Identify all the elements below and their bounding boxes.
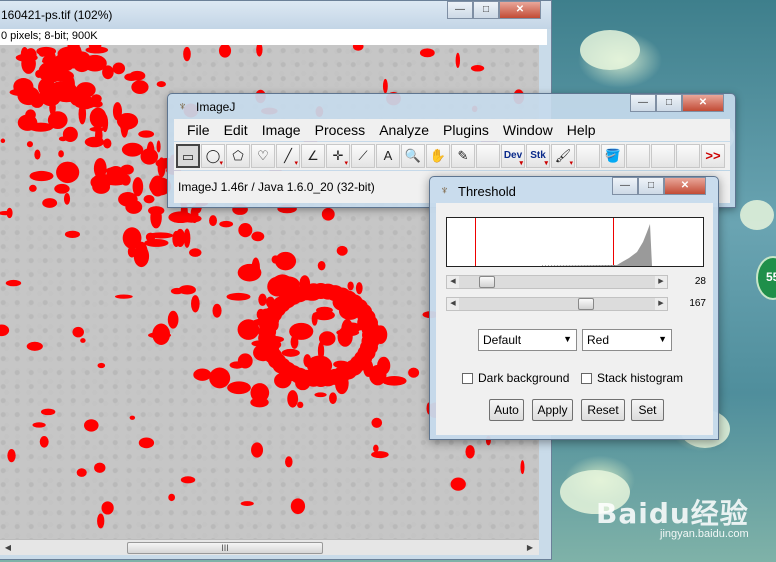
min-threshold-slider[interactable]: ◀ ▶ <box>446 275 668 289</box>
min-threshold-value: 28 <box>694 276 706 287</box>
image-info-bar: 0 pixels; 8-bit; 900K <box>0 29 547 45</box>
menu-help[interactable]: Help <box>560 122 603 138</box>
brush-tool-icon[interactable]: 🖌 ▾ <box>551 144 575 168</box>
blank-slot[interactable] <box>676 144 700 168</box>
dropdown-indicator: ▾ <box>344 160 348 167</box>
menu-window[interactable]: Window <box>496 122 560 138</box>
maximize-button[interactable]: □ <box>473 1 499 19</box>
blank-slot[interactable] <box>626 144 650 168</box>
chevron-down-icon: ▼ <box>658 334 667 344</box>
more-tools-icon[interactable]: >> <box>701 144 725 168</box>
stk-menu-icon[interactable]: Stk ▾ <box>526 144 550 168</box>
blank-slot[interactable] <box>576 144 600 168</box>
checkbox-box[interactable] <box>581 372 592 384</box>
scroll-left-arrow[interactable]: ◀ <box>1 542 15 554</box>
menu-analyze[interactable]: Analyze <box>372 122 436 138</box>
watermark-url: jingyan.baidu.com <box>660 528 749 540</box>
wand-tool-icon[interactable]: ⟋ <box>351 144 375 168</box>
maximize-button[interactable]: □ <box>638 177 664 195</box>
reset-button[interactable]: Reset <box>581 399 625 421</box>
display-select[interactable]: Red ▼ <box>582 329 672 351</box>
horizontal-scrollbar[interactable]: ◀ III ▶ <box>0 539 539 555</box>
blank-slot[interactable] <box>651 144 675 168</box>
image-window-titlebar[interactable]: 160421-ps.tif (102%) — □ ✕ <box>0 1 551 29</box>
microscope-icon: ♆ <box>178 99 187 113</box>
menu-process[interactable]: Process <box>308 122 373 138</box>
checkbox-box[interactable] <box>462 372 473 384</box>
blank-slot[interactable] <box>476 144 500 168</box>
method-select[interactable]: Default ▼ <box>478 329 577 351</box>
menu-image[interactable]: Image <box>255 122 308 138</box>
chevron-down-icon: ▼ <box>563 334 572 344</box>
freehand-select-icon[interactable]: ♡ <box>251 144 275 168</box>
imagej-title: ImageJ <box>196 100 236 114</box>
watermark-logo: Baidu经验 <box>596 497 749 530</box>
threshold-title: Threshold <box>458 184 516 199</box>
histogram-bars <box>542 224 652 266</box>
flower-decoration <box>580 30 640 70</box>
dev-menu-icon[interactable]: Dev ▾ <box>501 144 525 168</box>
slider-right-arrow[interactable]: ▶ <box>655 276 667 288</box>
apply-button[interactable]: Apply <box>532 399 573 421</box>
min-slider-thumb[interactable] <box>479 276 496 288</box>
threshold-window: ♆ Threshold — □ ✕ ◀ ▶ 28 ◀ ▶ 167 Default… <box>429 176 719 440</box>
scrollbar-thumb[interactable]: III <box>127 542 323 554</box>
angle-tool-icon[interactable]: ∠ <box>301 144 325 168</box>
imagej-toolbar: ▭ ◯ ▾ ⬠ ♡ ╱ ▾ ∠ ✛ ▾ ⟋ A 🔍 ✋ ✎ Dev ▾ Stk ▾ 🖌 ▾ 🪣 >> <box>174 142 730 170</box>
desktop-badge[interactable]: 55 <box>756 256 776 300</box>
scroll-right-arrow[interactable]: ▶ <box>523 542 537 554</box>
flood-fill-icon[interactable]: 🪣 <box>601 144 625 168</box>
dropdown-indicator: ▾ <box>544 160 548 167</box>
minimize-button[interactable]: — <box>612 177 638 195</box>
set-button[interactable]: Set <box>631 399 664 421</box>
max-threshold-slider[interactable]: ◀ ▶ <box>446 297 668 311</box>
menu-edit[interactable]: Edit <box>217 122 255 138</box>
slider-left-arrow[interactable]: ◀ <box>447 298 459 310</box>
polygon-select-icon[interactable]: ⬠ <box>226 144 250 168</box>
magnifier-icon[interactable]: 🔍 <box>401 144 425 168</box>
close-button[interactable]: ✕ <box>682 94 724 112</box>
slider-left-arrow[interactable]: ◀ <box>447 276 459 288</box>
rectangle-select-icon[interactable]: ▭ <box>176 144 200 168</box>
oval-select-icon[interactable]: ◯ ▾ <box>201 144 225 168</box>
max-threshold-value: 167 <box>689 298 706 309</box>
dropdown-indicator: ▾ <box>519 160 523 167</box>
dark-background-checkbox[interactable]: Dark background <box>462 371 569 385</box>
microscope-icon: ♆ <box>440 183 449 197</box>
threshold-titlebar[interactable]: ♆ Threshold — □ ✕ <box>430 177 718 203</box>
dropdown-indicator: ▾ <box>219 160 223 167</box>
image-window-title: 160421-ps.tif (102%) <box>1 8 113 22</box>
color-picker-icon[interactable]: ✎ <box>451 144 475 168</box>
threshold-panel: ◀ ▶ 28 ◀ ▶ 167 Default ▼ Red ▼ Dark back… <box>436 203 713 435</box>
max-slider-thumb[interactable] <box>578 298 595 310</box>
menu-file[interactable]: File <box>180 122 217 138</box>
histogram <box>446 217 704 267</box>
close-button[interactable]: ✕ <box>499 1 541 19</box>
hand-tool-icon[interactable]: ✋ <box>426 144 450 168</box>
point-tool-icon[interactable]: ✛ ▾ <box>326 144 350 168</box>
minimize-button[interactable]: — <box>447 1 473 19</box>
line-tool-icon[interactable]: ╱ ▾ <box>276 144 300 168</box>
imagej-titlebar[interactable]: ♆ ImageJ — □ ✕ <box>168 94 735 118</box>
close-button[interactable]: ✕ <box>664 177 706 195</box>
auto-button[interactable]: Auto <box>489 399 524 421</box>
slider-right-arrow[interactable]: ▶ <box>655 298 667 310</box>
imagej-menubar: File Edit Image Process Analyze Plugins … <box>174 119 730 141</box>
stack-histogram-checkbox[interactable]: Stack histogram <box>581 371 683 385</box>
text-tool-icon[interactable]: A <box>376 144 400 168</box>
minimize-button[interactable]: — <box>630 94 656 112</box>
maximize-button[interactable]: □ <box>656 94 682 112</box>
dropdown-indicator: ▾ <box>294 160 298 167</box>
flower-decoration <box>740 200 774 230</box>
menu-plugins[interactable]: Plugins <box>436 122 496 138</box>
dropdown-indicator: ▾ <box>569 160 573 167</box>
